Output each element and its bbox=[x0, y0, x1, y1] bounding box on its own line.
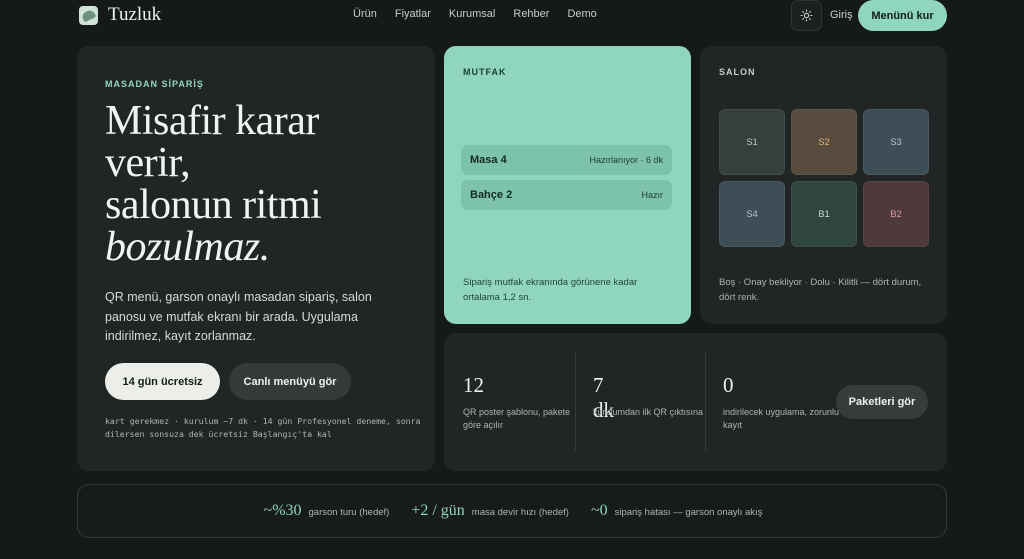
order-row: Masa 4 Hazırlanıyor · 6 dk bbox=[461, 145, 672, 175]
order-row: Bahçe 2 Hazır bbox=[461, 180, 672, 210]
salt-shaker-icon bbox=[79, 5, 98, 25]
kitchen-eyebrow: MUTFAK bbox=[463, 67, 507, 77]
nav-link-rehber[interactable]: Rehber bbox=[513, 8, 549, 20]
table-tile[interactable]: S1 bbox=[719, 109, 785, 175]
kpi-value: ~0 bbox=[590, 502, 608, 519]
nav-link-urun[interactable]: Ürün bbox=[353, 8, 377, 20]
order-status: Hazırlanıyor · 6 dk bbox=[589, 155, 663, 165]
kpi-list: ~%30 garson turu (hedef) +2 / gün masa d… bbox=[78, 485, 948, 537]
kpi-label: garson turu (hedef) bbox=[308, 507, 390, 518]
stat-label: kurulumdan ilk QR çıktısına bbox=[593, 407, 704, 417]
order-name: Masa 4 bbox=[470, 154, 507, 166]
login-link[interactable]: Giriş bbox=[830, 9, 853, 21]
stat-label: indirilecek uygulama, zorunlu kayıt bbox=[723, 407, 840, 430]
divider bbox=[575, 351, 576, 451]
salon-footer: Boş · Onay bekliyor · Dolu · Kilitli — d… bbox=[719, 277, 922, 303]
nav-link-demo[interactable]: Demo bbox=[567, 8, 596, 20]
hero-title-line: verir, bbox=[105, 140, 191, 186]
stat-value: 12 bbox=[463, 373, 484, 397]
hero-title: Misafir karar verir, salonun ritmi bozul… bbox=[105, 98, 322, 270]
hero-note: kart gerekmez · kurulum ~7 dk · 14 gün P… bbox=[105, 416, 421, 439]
view-packages-button[interactable]: Paketleri gör bbox=[836, 385, 928, 419]
stats-card: 12 QR poster şablonu, pakete göre açılır… bbox=[444, 333, 947, 471]
table-tile[interactable]: S3 bbox=[863, 109, 929, 175]
live-menu-button[interactable]: Canlı menüyü gör bbox=[229, 363, 351, 400]
stat-value: 0 bbox=[723, 373, 734, 397]
table-tile[interactable]: S4 bbox=[719, 181, 785, 247]
kpi-value: +2 / gün bbox=[411, 502, 465, 519]
kitchen-card: MUTFAK Masa 4 Hazırlanıyor · 6 dk Bahçe … bbox=[444, 46, 691, 324]
salon-card: SALON S1 S2 S3 S4 B1 B2 Boş · Onay bekli… bbox=[700, 46, 947, 324]
sun-icon bbox=[800, 9, 813, 22]
table-tile[interactable]: B2 bbox=[863, 181, 929, 247]
table-grid: S1 S2 S3 S4 B1 B2 bbox=[719, 109, 929, 247]
hero-title-line: Misafir karar bbox=[105, 98, 319, 144]
hero-description: QR menü, garson onaylı masadan sipariş, … bbox=[105, 290, 372, 343]
kpi-item: ~%30 garson turu (hedef) bbox=[264, 502, 390, 520]
salon-eyebrow: SALON bbox=[719, 67, 756, 77]
kitchen-footer: Sipariş mutfak ekranında görünene kadar … bbox=[463, 277, 638, 303]
kpi-bar: ~%30 garson turu (hedef) +2 / gün masa d… bbox=[77, 484, 947, 538]
order-name: Bahçe 2 bbox=[470, 189, 513, 201]
top-nav: Tuzluk Ürün Fiyatlar Kurumsal Rehber Dem… bbox=[0, 0, 1024, 31]
order-status: Hazır bbox=[641, 190, 663, 200]
kpi-item: +2 / gün masa devir hızı (hedef) bbox=[411, 502, 569, 520]
divider bbox=[705, 351, 706, 451]
table-tile[interactable]: S2 bbox=[791, 109, 857, 175]
kpi-label: sipariş hatası — garson onaylı akış bbox=[614, 507, 763, 518]
brand-name: Tuzluk bbox=[108, 4, 162, 25]
free-trial-button[interactable]: 14 gün ücretsiz bbox=[105, 363, 220, 400]
stat-label: QR poster şablonu, pakete göre açılır bbox=[463, 407, 571, 430]
table-tile[interactable]: B1 bbox=[791, 181, 857, 247]
nav-link-kurumsal[interactable]: Kurumsal bbox=[449, 8, 495, 20]
kpi-value: ~%30 bbox=[263, 502, 302, 519]
kpi-item: ~0 sipariş hatası — garson onaylı akış bbox=[591, 502, 763, 520]
hero-title-line: bozulmaz. bbox=[105, 224, 270, 270]
nav-link-fiyatlar[interactable]: Fiyatlar bbox=[395, 8, 431, 20]
nav-links: Ürün Fiyatlar Kurumsal Rehber Demo bbox=[353, 8, 597, 20]
theme-toggle-button[interactable] bbox=[791, 0, 822, 31]
hero-card: MASADAN SİPARİŞ Misafir karar verir, sal… bbox=[77, 46, 435, 471]
brand-logo[interactable]: Tuzluk bbox=[79, 4, 161, 26]
hero-eyebrow: MASADAN SİPARİŞ bbox=[105, 79, 204, 89]
hero-title-line: salonun ritmi bbox=[105, 182, 322, 228]
kpi-label: masa devir hızı (hedef) bbox=[471, 507, 569, 518]
setup-menu-button[interactable]: Menünü kur bbox=[858, 0, 947, 31]
